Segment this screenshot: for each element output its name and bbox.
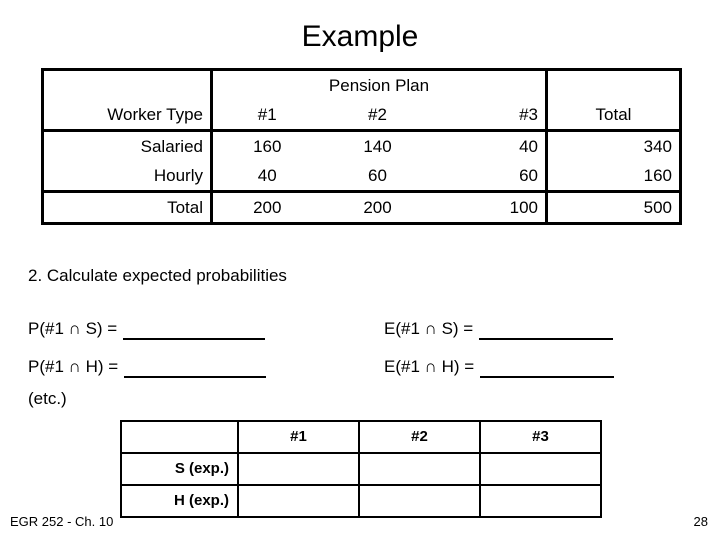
expected-header-plan-1: #1 [237,420,360,454]
observed-row-label-hourly: Hourly [41,161,213,193]
expected-cell-s-p1[interactable] [237,452,360,486]
footer-course-label: EGR 252 - Ch. 10 [10,514,114,529]
expected-counts-table: #1 #2 #3 S (exp.) H (exp.) [120,420,602,518]
observed-group-header: Pension Plan [211,68,548,100]
table-row-column-headers: Worker Type #1 #2 #3 Total [41,100,682,132]
table-row-total: Total 200 200 100 500 [41,191,682,225]
expected-answer-line-h[interactable] [480,358,615,378]
observed-header-plan-2: #2 [321,100,434,132]
expected-corner-blank [120,420,239,454]
probability-label-h: P(#1 ∩ H) = [28,357,119,376]
probability-blank-s: P(#1 ∩ S) = [28,318,266,340]
table-row: H (exp.) [120,484,602,518]
probability-answer-line-s[interactable] [123,320,266,340]
observed-row-header-label: Worker Type [41,100,213,132]
table-row: Salaried 160 140 40 340 [41,130,682,161]
observed-cell-salaried-total: 340 [546,130,682,161]
expected-cell-s-p3[interactable] [479,452,602,486]
etcetera-note: (etc.) [28,389,67,408]
observed-row-label-salaried: Salaried [41,130,213,161]
expected-row-label-hourly: H (exp.) [120,484,239,518]
expected-cell-h-p2[interactable] [358,484,481,518]
table-row-column-headers: #1 #2 #3 [120,420,602,454]
expected-blank-s: E(#1 ∩ S) = [384,318,614,340]
observed-corner-blank [41,68,213,100]
step-caption: 2. Calculate expected probabilities [28,266,287,285]
expected-label-s: E(#1 ∩ S) = [384,319,474,338]
table-row: S (exp.) [120,452,602,486]
observed-header-plan-1: #1 [211,100,322,132]
expected-row-label-salaried: S (exp.) [120,452,239,486]
blank-row-s: P(#1 ∩ S) = E(#1 ∩ S) = [28,318,700,356]
probability-answer-line-h[interactable] [124,358,267,378]
expected-cell-h-p1[interactable] [237,484,360,518]
expected-blank-h: E(#1 ∩ H) = [384,356,615,378]
observed-cell-hourly-p2: 60 [321,161,434,193]
observed-cell-total-p1: 200 [211,191,322,225]
observed-cell-grand-total: 500 [546,191,682,225]
observed-total-header-blank [546,68,682,100]
expected-header-plan-2: #2 [358,420,481,454]
observed-counts-table: Pension Plan Worker Type #1 #2 #3 Total … [41,68,682,225]
blank-row-h: P(#1 ∩ H) = E(#1 ∩ H) = [28,356,700,394]
table-row: Hourly 40 60 60 160 [41,161,682,193]
table-row-group-header: Pension Plan [41,68,682,100]
observed-cell-total-p3: 100 [433,191,548,225]
probability-label-s: P(#1 ∩ S) = [28,319,118,338]
observed-cell-salaried-p3: 40 [433,130,548,161]
observed-cell-salaried-p2: 140 [363,137,392,156]
observed-header-total: Total [546,100,682,132]
observed-cell-salaried-p1: 160 [253,137,282,156]
observed-cell-hourly-p3: 60 [433,161,548,193]
expected-cell-h-p3[interactable] [479,484,602,518]
observed-cell-hourly-total: 160 [546,161,682,193]
observed-cell-hourly-p1: 40 [211,161,322,193]
blanks-section: P(#1 ∩ S) = E(#1 ∩ S) = P(#1 ∩ H) = E(#1… [28,318,700,394]
expected-header-plan-3: #3 [479,420,602,454]
expected-answer-line-s[interactable] [479,320,614,340]
expected-cell-s-p2[interactable] [358,452,481,486]
probability-blank-h: P(#1 ∩ H) = [28,356,267,378]
expected-label-h: E(#1 ∩ H) = [384,357,475,376]
page-title: Example [301,20,419,53]
observed-cell-total-p2: 200 [321,191,434,225]
slide-canvas: Example Pension Plan Worker Type #1 #2 #… [0,0,720,540]
footer-page-number: 28 [693,514,708,529]
observed-header-plan-3: #3 [433,100,548,132]
observed-row-label-total: Total [41,191,213,225]
